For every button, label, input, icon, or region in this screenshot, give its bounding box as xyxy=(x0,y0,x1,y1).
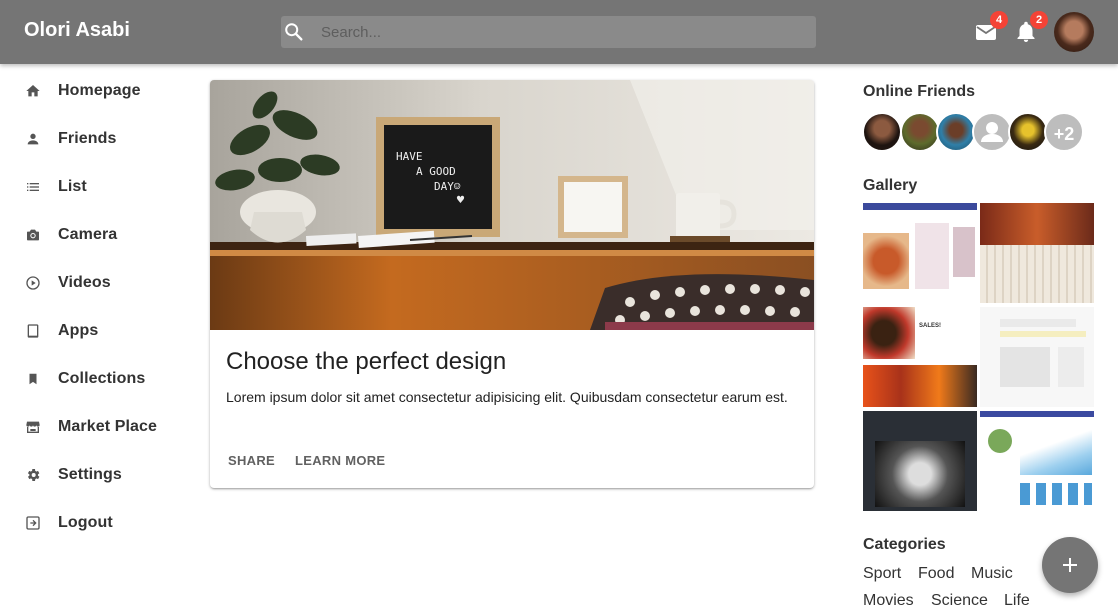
search-input[interactable] xyxy=(321,16,801,48)
sidebar-item-label: Friends xyxy=(58,130,117,147)
bookmark-icon xyxy=(24,370,42,388)
categories-heading: Categories xyxy=(863,536,946,553)
gallery-thumbnail[interactable] xyxy=(980,203,1094,303)
sidebar-item-market-place[interactable]: Market Place xyxy=(0,403,200,451)
card-title: Choose the perfect design xyxy=(226,348,507,375)
person-icon xyxy=(981,122,1003,142)
sidebar-item-label: Market Place xyxy=(58,418,158,435)
friend-avatar-placeholder[interactable] xyxy=(972,112,1012,152)
sidebar-item-label: List xyxy=(58,178,87,195)
sidebar-item-label: Videos xyxy=(58,274,111,291)
notifications-button[interactable]: 2 xyxy=(1014,11,1048,44)
mail-count-badge: 4 xyxy=(990,11,1008,29)
letterboard-line-1: HAVE xyxy=(396,150,423,163)
gallery-heading: Gallery xyxy=(863,177,918,194)
gallery-thumbnail[interactable]: SALES! xyxy=(863,307,977,407)
sidebar-item-apps[interactable]: Apps xyxy=(0,307,200,355)
friend-avatar[interactable] xyxy=(936,112,976,152)
exit-icon xyxy=(24,514,42,532)
gallery-thumbnail[interactable] xyxy=(980,411,1094,511)
sidebar-item-label: Apps xyxy=(58,322,99,339)
card-body-text: Lorem ipsum dolor sit amet consectetur a… xyxy=(226,389,788,405)
post-card: HAVE A GOOD DAY☺ ♥ Choose the perfect de… xyxy=(210,80,814,488)
search-icon[interactable] xyxy=(283,21,305,43)
friend-avatar[interactable] xyxy=(900,112,940,152)
online-friends-heading: Online Friends xyxy=(863,83,976,100)
person-icon xyxy=(24,130,42,148)
letterboard-line-3: DAY☺ xyxy=(434,180,461,193)
sidebar-item-label: Settings xyxy=(58,466,122,483)
friend-avatar[interactable] xyxy=(1008,112,1048,152)
friend-avatar[interactable] xyxy=(862,112,902,152)
home-icon xyxy=(24,82,42,100)
sidebar-item-collections[interactable]: Collections xyxy=(0,355,200,403)
app-title[interactable]: Olori Asabi xyxy=(24,19,130,42)
letterboard-line-4: ♥ xyxy=(456,195,465,206)
category-link[interactable]: Music xyxy=(971,565,1013,583)
avatar[interactable] xyxy=(1054,12,1094,52)
sidebar-item-videos[interactable]: Videos xyxy=(0,259,200,307)
play-circle-icon xyxy=(24,274,42,292)
sidebar-item-label: Camera xyxy=(58,226,118,243)
sidebar-item-label: Logout xyxy=(58,514,113,531)
sidebar-item-logout[interactable]: Logout xyxy=(0,499,200,547)
gallery-thumbnail[interactable] xyxy=(863,203,977,303)
letterboard-line-2: A GOOD xyxy=(416,165,456,178)
sidebar-item-list[interactable]: List xyxy=(0,163,200,211)
category-link[interactable]: Movies xyxy=(863,592,914,610)
camera-icon xyxy=(24,226,42,244)
card-image: HAVE A GOOD DAY☺ ♥ xyxy=(210,80,814,330)
list-icon xyxy=(24,178,42,196)
notification-count-badge: 2 xyxy=(1030,11,1048,29)
gallery-thumb-text: SALES! xyxy=(919,323,942,329)
category-link[interactable]: Sport xyxy=(863,565,901,583)
category-link[interactable]: Food xyxy=(918,565,954,583)
gear-icon xyxy=(24,466,42,484)
sidebar-item-label: Collections xyxy=(58,370,146,387)
learn-more-button[interactable]: LEARN MORE xyxy=(295,453,385,468)
search-bar[interactable] xyxy=(281,16,816,48)
more-friends-badge[interactable]: +2 xyxy=(1044,112,1084,152)
sidebar-item-settings[interactable]: Settings xyxy=(0,451,200,499)
store-icon xyxy=(24,418,42,436)
gallery-thumbnail[interactable] xyxy=(980,307,1094,407)
gallery-thumbnail[interactable] xyxy=(863,411,977,511)
tablet-icon xyxy=(24,322,42,340)
category-link[interactable]: Life xyxy=(1004,592,1030,610)
plus-icon xyxy=(1063,558,1077,572)
mail-button[interactable]: 4 xyxy=(974,11,1008,44)
add-button[interactable] xyxy=(1042,537,1098,593)
sidebar-item-homepage[interactable]: Homepage xyxy=(0,67,200,115)
sidebar-item-label: Homepage xyxy=(58,82,141,99)
sidebar-item-friends[interactable]: Friends xyxy=(0,115,200,163)
sidebar-item-camera[interactable]: Camera xyxy=(0,211,200,259)
category-link[interactable]: Science xyxy=(931,592,988,610)
app-bar: Olori Asabi 4 2 xyxy=(0,0,1118,64)
share-button[interactable]: SHARE xyxy=(228,453,275,468)
